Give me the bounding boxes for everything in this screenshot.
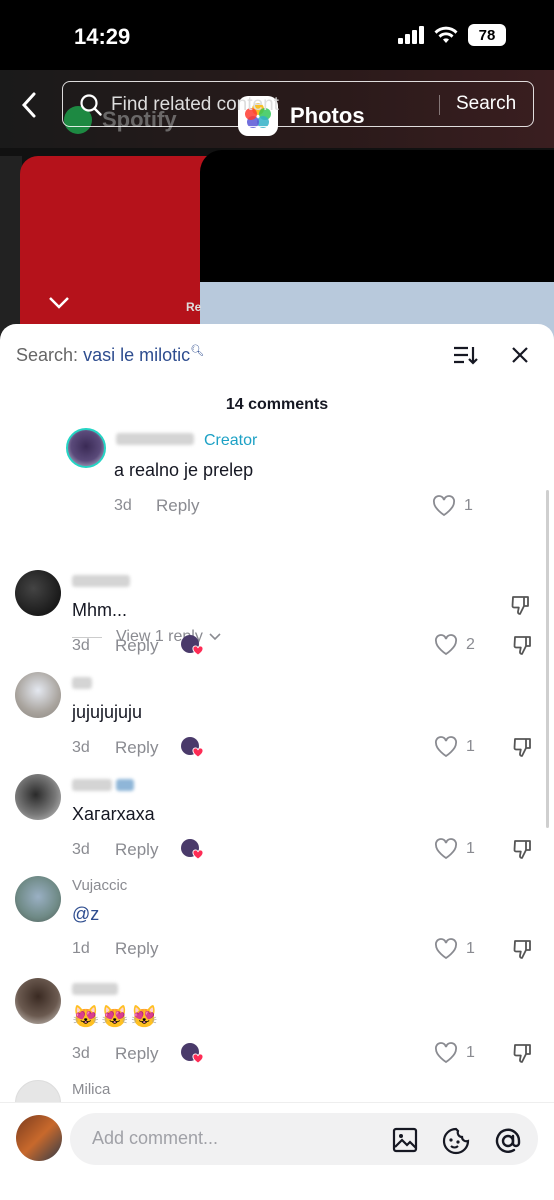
heart-icon — [433, 495, 455, 517]
like-count: 1 — [466, 840, 475, 857]
creator-badge: Creator — [204, 432, 258, 449]
search-icon — [80, 94, 102, 116]
like-count: 1 — [466, 1044, 475, 1061]
image-icon[interactable] — [392, 1127, 418, 1153]
status-time: 14:29 — [74, 24, 131, 49]
status-icons: 78 — [398, 24, 506, 46]
comment-age: 3d — [72, 841, 90, 858]
comment-text: jujujujuju — [72, 702, 143, 722]
like-count: 1 — [464, 497, 473, 514]
like-count: 1 — [466, 738, 475, 755]
comment-placeholder[interactable]: Add comment... — [92, 1128, 218, 1149]
search-small-icon: 🔍︎ — [190, 345, 205, 357]
dislike-icon[interactable] — [512, 838, 534, 860]
heart-icon — [435, 1042, 457, 1064]
comment-text: Xaгarxaxa — [72, 804, 155, 824]
reply-button[interactable]: Reply — [115, 636, 158, 656]
list-item: Xaгarxaxa 3d Reply 1 — [0, 772, 554, 872]
search-button[interactable]: Search — [456, 93, 516, 115]
like-button[interactable]: 1 — [434, 1042, 475, 1064]
comment-username[interactable] — [72, 574, 130, 591]
avatar[interactable] — [15, 774, 61, 820]
comment-input[interactable]: Add comment... — [70, 1113, 538, 1165]
signal-icon — [398, 26, 424, 44]
like-button[interactable]: 1 — [434, 736, 475, 758]
dislike-icon[interactable] — [512, 736, 534, 758]
heart-icon — [435, 838, 457, 860]
like-button[interactable]: 2 — [434, 634, 475, 656]
like-count: 2 — [466, 636, 475, 653]
dislike-icon[interactable] — [512, 1042, 534, 1064]
creator-liked-icon — [181, 635, 204, 656]
comment-text: 😻😻😻 — [72, 1004, 161, 1029]
like-button[interactable]: 1 — [434, 938, 475, 960]
list-item: Mhm... 3d Reply 2 — [0, 568, 554, 668]
like-count: 1 — [466, 940, 475, 957]
heart-icon — [435, 634, 457, 656]
comment-age: 3d — [72, 739, 90, 756]
reply-button[interactable]: Reply — [156, 496, 199, 516]
list-item: Creator a realno je prelep 3d Reply 1 Vi… — [0, 424, 554, 645]
comment-username[interactable] — [72, 982, 118, 999]
creator-liked-icon — [181, 737, 204, 758]
dislike-icon[interactable] — [512, 634, 534, 656]
sort-icon[interactable] — [452, 343, 478, 367]
heart-icon — [435, 938, 457, 960]
reply-button[interactable]: Reply — [115, 939, 158, 959]
black-panel-image — [200, 150, 554, 282]
close-icon[interactable] — [510, 345, 530, 365]
comment-age: 3d — [114, 497, 132, 514]
comment-text: a realno je prelep — [114, 460, 254, 480]
comment-age: 3d — [72, 637, 90, 654]
like-button[interactable]: 1 — [432, 495, 473, 517]
avatar[interactable] — [16, 1115, 62, 1161]
battery-indicator: 78 — [468, 24, 506, 46]
avatar[interactable] — [15, 978, 61, 1024]
partial-text: Re — [186, 300, 202, 314]
comment-age: 1d — [72, 940, 90, 957]
wifi-icon — [434, 26, 458, 43]
comment-username[interactable] — [72, 676, 92, 693]
comment-text: Mhm... — [72, 600, 128, 620]
creator-liked-icon — [181, 1043, 204, 1064]
list-item: 😻😻😻 3d Reply 1 — [0, 976, 554, 1076]
back-arrow-icon[interactable] — [18, 90, 42, 120]
avatar[interactable] — [15, 570, 61, 616]
red-card-image — [20, 156, 230, 350]
chevron-down-icon[interactable] — [48, 296, 70, 310]
list-item: Vujaccic @z 1d Reply 1 — [0, 874, 554, 974]
creator-liked-icon — [181, 839, 204, 860]
list-item: jujujujuju 3d Reply 1 — [0, 670, 554, 770]
mention-icon[interactable] — [494, 1127, 522, 1155]
comment-username[interactable]: Creator — [116, 432, 257, 450]
status-bar: 14:29 78 — [0, 0, 554, 70]
comment-username[interactable]: Vujaccic — [72, 877, 127, 894]
reply-button[interactable]: Reply — [115, 840, 158, 860]
dislike-icon[interactable] — [512, 938, 534, 960]
comment-age: 3d — [72, 1045, 90, 1062]
comment-username[interactable]: Milica — [72, 1081, 110, 1098]
comments-sheet: Search: vasi le milotic🔍︎ 14 comments Cr… — [0, 324, 554, 1200]
heart-icon — [435, 736, 457, 758]
reply-button[interactable]: Reply — [115, 738, 158, 758]
comment-text[interactable]: @z — [72, 904, 99, 925]
comment-username[interactable] — [72, 778, 135, 795]
avatar[interactable] — [15, 876, 61, 922]
like-button[interactable]: 1 — [434, 838, 475, 860]
search-placeholder[interactable]: Find related content — [111, 94, 279, 116]
search-suggestion[interactable]: Search: vasi le milotic🔍︎ — [16, 344, 204, 366]
related-search-bar[interactable]: Find related content Search — [62, 81, 534, 127]
emoji-icon[interactable] — [442, 1127, 470, 1155]
reply-button[interactable]: Reply — [115, 1044, 158, 1064]
comment-composer: Add comment... — [0, 1102, 554, 1200]
avatar[interactable] — [66, 428, 106, 468]
comment-count: 14 comments — [225, 396, 329, 413]
avatar[interactable] — [15, 672, 61, 718]
